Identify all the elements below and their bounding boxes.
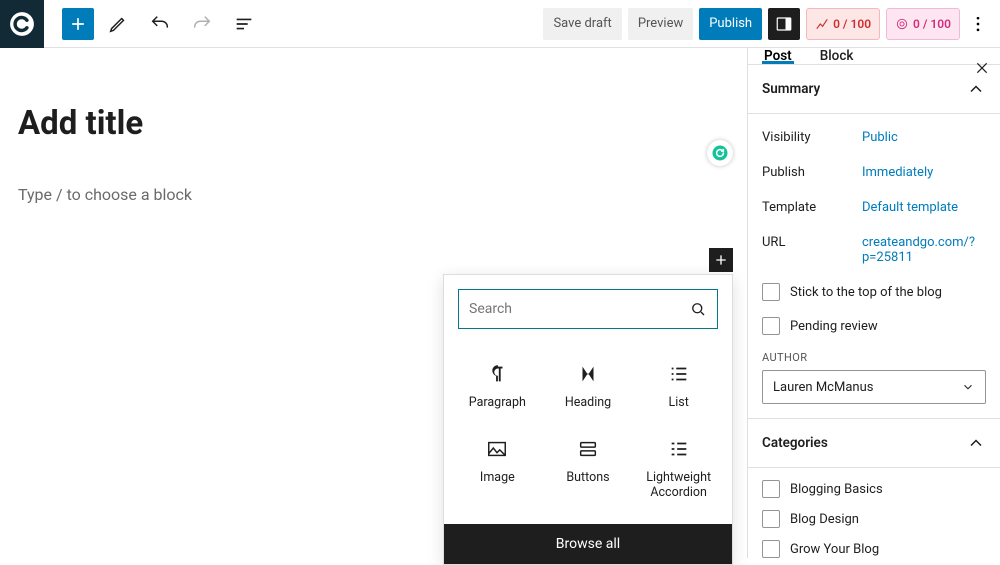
block-lightweight-accordion[interactable]: Lightweight Accordion [633,424,724,514]
block-inserter: Paragraph Heading List Image Buttons [443,274,733,565]
category-checkbox[interactable] [762,480,780,498]
sidebar-close-button[interactable] [974,60,990,80]
category-checkbox[interactable] [762,510,780,528]
publish-label: Publish [762,165,862,180]
block-heading[interactable]: Heading [543,349,634,424]
editor-tools [44,6,262,42]
editor-canvas: Type / to choose a block Paragraph [0,48,747,558]
search-icon [689,300,707,318]
tab-post[interactable]: Post [762,48,794,64]
author-heading: AUTHOR [762,351,986,364]
chevron-up-icon [966,79,986,99]
category-row[interactable]: Blogging Basics [762,474,986,504]
post-title-input[interactable] [18,104,618,143]
buttons-icon [577,438,599,460]
document-overview-button[interactable] [226,6,262,42]
stick-top-checkbox-row[interactable]: Stick to the top of the blog [762,275,986,309]
visibility-label: Visibility [762,130,862,145]
top-right-actions: Save draft Preview Publish 0 / 100 0 / 1… [543,0,1000,47]
settings-sidebar: Post Block Summary Visibility Public Pub… [747,48,1000,558]
site-logo[interactable] [0,0,44,48]
inserter-search-input[interactable] [469,301,689,317]
author-value: Lauren McManus [773,380,873,395]
plus-icon [68,14,88,34]
category-label: Blog Design [790,512,859,527]
list-icon [668,363,690,385]
pencil-icon [107,13,129,35]
publish-value[interactable]: Immediately [862,165,986,180]
pending-review-checkbox[interactable] [762,317,780,335]
save-draft-button[interactable]: Save draft [543,8,621,40]
browse-all-button[interactable]: Browse all [444,524,732,564]
settings-toggle[interactable] [768,8,800,40]
edit-tool[interactable] [100,6,136,42]
redo-icon [191,13,213,35]
heading-icon [577,363,599,385]
url-value[interactable]: createandgo.com/?p=25811 [862,235,986,265]
image-icon [486,438,508,460]
sidebar-icon [775,15,793,33]
redo-button[interactable] [184,6,220,42]
undo-button[interactable] [142,6,178,42]
paragraph-icon [486,363,508,385]
stick-top-label: Stick to the top of the blog [790,285,942,300]
chevron-down-icon [961,380,975,394]
undo-icon [149,13,171,35]
summary-panel-toggle[interactable]: Summary [748,65,1000,114]
block-buttons[interactable]: Buttons [543,424,634,514]
plus-icon [713,252,729,268]
kebab-icon [968,14,988,34]
tab-block[interactable]: Block [818,48,856,64]
list-view-icon [233,13,255,35]
template-value[interactable]: Default template [862,200,986,215]
seo-score-value: 0 / 100 [833,17,871,31]
pending-review-label: Pending review [790,319,878,334]
grammarly-icon [711,144,729,162]
categories-panel: Blogging Basics Blog Design Grow Your Bl… [748,468,1000,558]
visibility-value[interactable]: Public [862,130,986,145]
author-select[interactable]: Lauren McManus [762,370,986,404]
block-paragraph[interactable]: Paragraph [452,349,543,424]
category-label: Blogging Basics [790,482,883,497]
template-label: Template [762,200,862,215]
more-options-button[interactable] [966,14,990,34]
inline-add-block-button[interactable] [709,248,733,272]
main-area: Type / to choose a block Paragraph [0,48,1000,558]
chevron-up-icon [966,433,986,453]
inserter-search-wrap [458,289,718,329]
category-row[interactable]: Blog Design [762,504,986,534]
pending-review-checkbox-row[interactable]: Pending review [762,309,986,343]
block-list[interactable]: List [633,349,724,424]
target-icon [895,17,909,31]
preview-button[interactable]: Preview [628,8,693,40]
categories-panel-toggle[interactable]: Categories [748,419,1000,468]
seo-score-pill[interactable]: 0 / 100 [806,8,880,40]
top-toolbar: Save draft Preview Publish 0 / 100 0 / 1… [0,0,1000,48]
url-label: URL [762,235,862,265]
logo-c-icon [9,11,35,37]
close-icon [974,60,990,76]
chart-icon [815,17,829,31]
accordion-icon [668,438,690,460]
stick-top-checkbox[interactable] [762,283,780,301]
publish-button[interactable]: Publish [699,8,762,40]
summary-panel: Visibility Public Publish Immediately Te… [748,114,1000,419]
block-image[interactable]: Image [452,424,543,514]
summary-title: Summary [762,81,820,97]
add-block-toggle[interactable] [62,8,94,40]
readability-score-value: 0 / 100 [913,17,951,31]
categories-title: Categories [762,435,828,451]
readability-score-pill[interactable]: 0 / 100 [886,8,960,40]
grammarly-badge[interactable] [707,140,733,166]
post-body-placeholder[interactable]: Type / to choose a block [18,185,747,204]
category-label: Grow Your Blog [790,542,879,557]
category-checkbox[interactable] [762,540,780,558]
category-row[interactable]: Grow Your Blog [762,534,986,558]
